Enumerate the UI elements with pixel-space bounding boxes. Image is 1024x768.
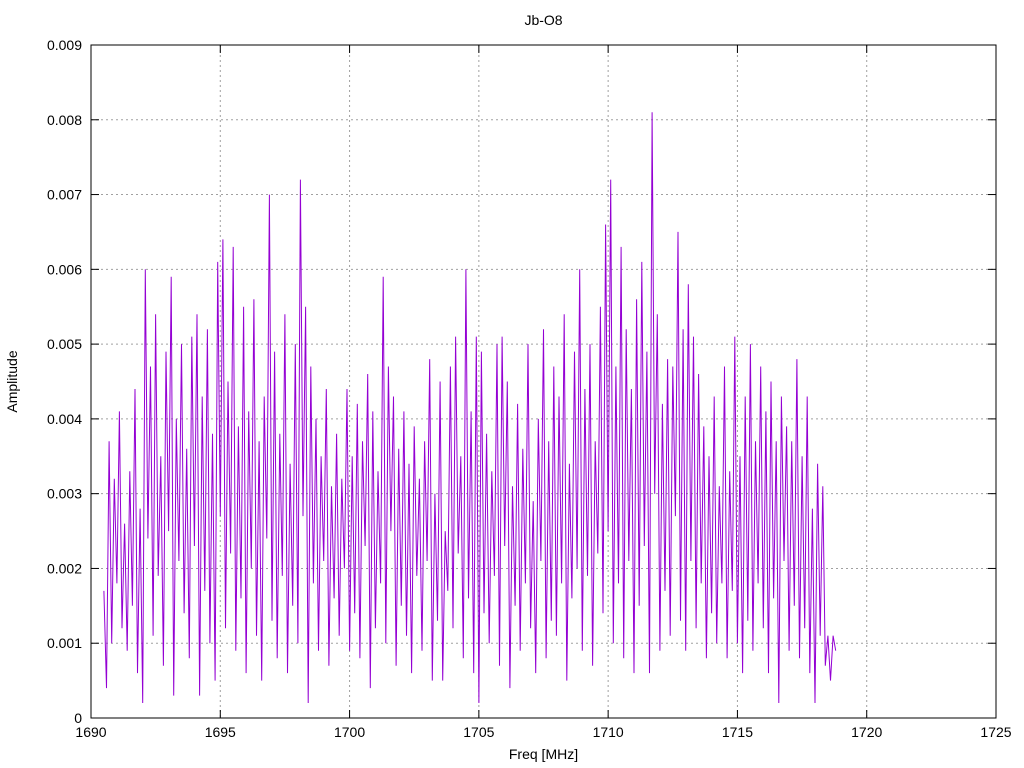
x-tick-label: 1725 xyxy=(980,724,1011,740)
y-axis-title: Amplitude xyxy=(4,350,20,412)
x-tick-labels: 1690 1695 1700 1705 1710 1715 1720 1725 xyxy=(75,724,1011,740)
series-amplitude xyxy=(103,112,837,704)
spectrum-chart: 1690 1695 1700 1705 1710 1715 1720 1725 00.0010… xyxy=(4,12,1012,762)
y-tick-label: 0.005 xyxy=(47,336,82,352)
x-axis-title: Freq [MHz] xyxy=(509,746,578,762)
x-tick-label: 1715 xyxy=(722,724,753,740)
y-tick-label: 0.007 xyxy=(47,187,82,203)
y-tick-label: 0.004 xyxy=(47,411,82,427)
x-tick-label: 1690 xyxy=(75,724,106,740)
y-tick-label: 0.001 xyxy=(47,635,82,651)
y-tick-label: 0 xyxy=(74,710,82,726)
y-tick-label: 0.002 xyxy=(47,560,82,576)
x-tick-label: 1695 xyxy=(205,724,236,740)
y-tick-label: 0.003 xyxy=(47,486,82,502)
x-tick-label: 1705 xyxy=(463,724,494,740)
x-tick-label: 1700 xyxy=(334,724,365,740)
x-tick-label: 1710 xyxy=(593,724,624,740)
x-tick-label: 1720 xyxy=(851,724,882,740)
series-line xyxy=(103,112,837,704)
y-tick-label: 0.008 xyxy=(47,112,82,128)
y-tick-label: 0.009 xyxy=(47,37,82,53)
chart-title: Jb-O8 xyxy=(524,12,562,28)
y-tick-labels: 0 0.001 0.002 0.003 0.004 0.005 0.006 0.007 0.00… xyxy=(47,37,82,726)
y-tick-label: 0.006 xyxy=(47,261,82,277)
